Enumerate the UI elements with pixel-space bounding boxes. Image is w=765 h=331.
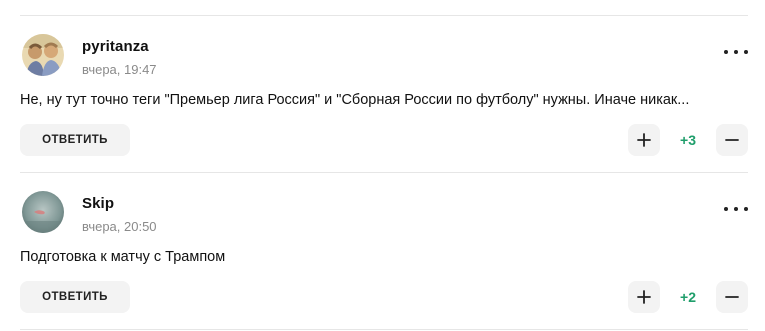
minus-icon [725, 139, 739, 141]
comment-score: +2 [680, 289, 696, 305]
comment-text: Подготовка к матчу с Трампом [20, 249, 226, 265]
comment-score: +3 [680, 132, 696, 148]
comment-text: Не, ну тут точно теги "Премьер лига Росс… [20, 92, 690, 108]
downvote-button[interactable] [716, 124, 748, 156]
plus-icon [637, 133, 651, 147]
reply-button[interactable]: ОТВЕТИТЬ [20, 124, 130, 156]
upvote-button[interactable] [628, 124, 660, 156]
comment: Skip вчера, 20:50 Подготовка к матчу с Т… [20, 173, 748, 329]
comment-timestamp[interactable]: вчера, 19:47 [82, 62, 157, 77]
comment-timestamp[interactable]: вчера, 20:50 [82, 219, 157, 234]
comment: pyritanza вчера, 19:47 Не, ну тут точно … [20, 16, 748, 172]
bottom-divider [20, 329, 748, 330]
minus-icon [725, 296, 739, 298]
plus-icon [637, 290, 651, 304]
avatar[interactable] [22, 191, 64, 233]
comment-author[interactable]: pyritanza [82, 38, 149, 55]
comment-author[interactable]: Skip [82, 195, 114, 212]
more-horizontal-icon[interactable] [724, 201, 748, 217]
downvote-button[interactable] [716, 281, 748, 313]
avatar[interactable] [22, 34, 64, 76]
upvote-button[interactable] [628, 281, 660, 313]
reply-button[interactable]: ОТВЕТИТЬ [20, 281, 130, 313]
more-horizontal-icon[interactable] [724, 44, 748, 60]
